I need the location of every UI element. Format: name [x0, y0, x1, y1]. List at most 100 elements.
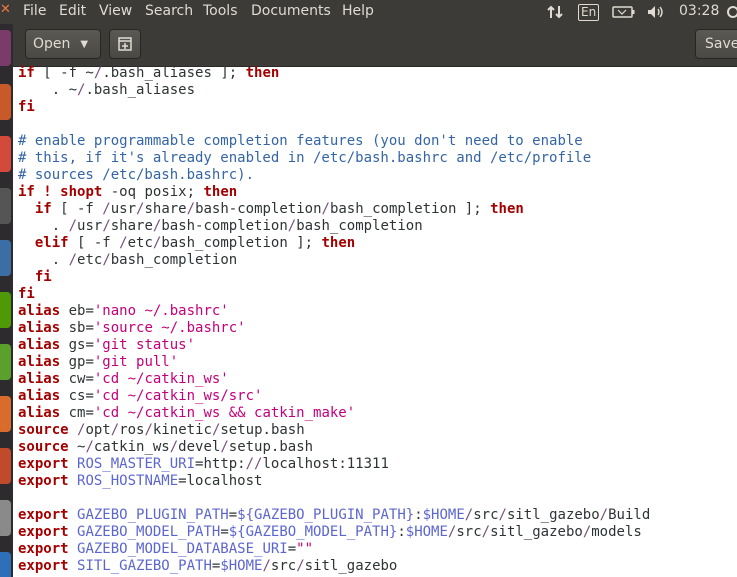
code-token: $HOME — [220, 558, 263, 574]
code-token: / — [498, 507, 507, 523]
code-token: eb= — [60, 303, 94, 319]
launcher-app-icon[interactable] — [0, 500, 11, 536]
close-window-icon[interactable]: ✕ — [0, 2, 11, 17]
code-line: if ! shopt -oq posix; then — [18, 184, 737, 201]
launcher-app-icon[interactable] — [0, 136, 11, 172]
keyboard-language-indicator[interactable]: En — [578, 0, 600, 24]
code-line: source /opt/ros/kinetic/setup.bash — [18, 422, 737, 439]
code-token: alias — [18, 320, 61, 336]
code-token: ROS_MASTER_URI — [77, 456, 196, 472]
code-line: alias cw='cd ~/catkin_ws' — [18, 371, 737, 388]
code-token: Build — [608, 507, 651, 523]
code-token: / — [464, 507, 474, 523]
code-token: cm= — [60, 405, 94, 421]
launcher-app-icon[interactable] — [0, 552, 11, 577]
code-line: alias sb='source ~/.bashrc' — [18, 320, 737, 337]
code-token: sitl_gazebo — [506, 507, 600, 523]
code-token: alias — [18, 303, 61, 319]
code-token: src — [270, 558, 297, 574]
launcher-app-icon[interactable] — [0, 396, 11, 432]
code-token: then — [203, 184, 238, 200]
menu-edit[interactable]: Edit — [59, 3, 86, 19]
code-token: opt — [85, 422, 111, 438]
menu-file[interactable]: File — [23, 3, 46, 19]
launcher-app-icon[interactable] — [0, 240, 11, 276]
code-token: cs= — [60, 388, 94, 404]
launcher-app-icon[interactable] — [0, 188, 11, 224]
code-token: / — [599, 507, 609, 523]
new-document-icon — [118, 37, 132, 51]
code-token: / — [262, 558, 271, 574]
code-token: export — [18, 456, 69, 472]
code-token: if — [18, 184, 35, 200]
code-token: usr — [77, 218, 103, 234]
launcher-app-icon[interactable] — [0, 84, 11, 120]
code-line: export GAZEBO_MODEL_PATH=${GAZEBO_MODEL_… — [18, 524, 737, 541]
code-token: / — [102, 201, 111, 217]
open-button[interactable]: Open ▼ — [25, 29, 101, 59]
code-token: = — [228, 507, 238, 523]
code-token: ${GAZEBO_MODEL_PATH} — [228, 524, 398, 540]
code-token: bash_completion — [110, 252, 238, 268]
code-token: ${GAZEBO_PLUGIN_PATH} — [237, 507, 415, 523]
volume-icon[interactable] — [646, 0, 666, 24]
code-token: sitl_gazebo — [490, 524, 583, 540]
code-token: / — [296, 558, 305, 574]
code-token: / — [102, 252, 111, 268]
settings-gear-icon[interactable] — [724, 0, 737, 24]
launcher-app-icon[interactable] — [0, 344, 11, 380]
code-token: : — [414, 507, 423, 523]
menu-documents[interactable]: Documents — [251, 3, 331, 19]
code-token: # sources /etc/bash.bashrc). — [18, 167, 255, 183]
code-token: / — [110, 422, 120, 438]
code-token: . ~ — [18, 82, 78, 98]
code-line: . /etc/bash_completion — [18, 252, 737, 269]
battery-icon[interactable] — [612, 0, 636, 24]
code-line: # this, if it's already enabled in /etc/… — [18, 150, 737, 167]
code-token: alias — [18, 405, 61, 421]
save-button[interactable]: Save — [695, 29, 737, 59]
code-token: source — [18, 439, 69, 455]
code-token: =http: — [195, 456, 246, 472]
code-token: $HOME — [405, 524, 448, 540]
editor-headerbar: Open ▼ Save — [13, 24, 737, 67]
code-token: bash_completion — [296, 218, 423, 234]
code-token: bash_completion ]; — [329, 201, 491, 217]
menu-tools[interactable]: Tools — [203, 3, 238, 19]
code-token: . — [18, 252, 69, 268]
clock[interactable]: 03:28 — [679, 3, 719, 19]
new-tab-button[interactable] — [109, 29, 141, 59]
code-token: alias — [18, 337, 61, 353]
menu-search[interactable]: Search — [145, 3, 193, 19]
code-token: GAZEBO_MODEL_DATABASE_URI — [77, 541, 288, 557]
launcher-app-icon[interactable] — [0, 292, 11, 328]
code-token: alias — [18, 371, 61, 387]
code-line: source ~/catkin_ws/devel/setup.bash — [18, 439, 737, 456]
menu-help[interactable]: Help — [342, 3, 374, 19]
launcher-app-icon[interactable] — [0, 448, 11, 484]
code-token: if — [18, 65, 35, 81]
code-token: .bash_aliases ]; — [102, 65, 246, 81]
code-line: export ROS_HOSTNAME=localhost — [18, 473, 737, 490]
text-editor[interactable]: if [ -f ~/.bash_aliases ]; then . ~/.bas… — [18, 65, 737, 577]
code-token: sb= — [60, 320, 94, 336]
code-token: etc — [77, 252, 103, 268]
launcher-app-icon[interactable] — [0, 30, 11, 66]
code-token: export — [18, 524, 69, 540]
menu-view[interactable]: View — [99, 3, 132, 19]
code-token: 'git status' — [93, 337, 196, 353]
code-token: 'cd ~/catkin_ws' — [93, 371, 229, 387]
code-token: etc — [127, 235, 153, 251]
network-arrows-icon[interactable] — [546, 0, 564, 24]
code-token: / — [85, 439, 94, 455]
code-token: = — [287, 541, 297, 557]
code-token: / — [582, 524, 592, 540]
code-token: shopt — [60, 184, 103, 200]
